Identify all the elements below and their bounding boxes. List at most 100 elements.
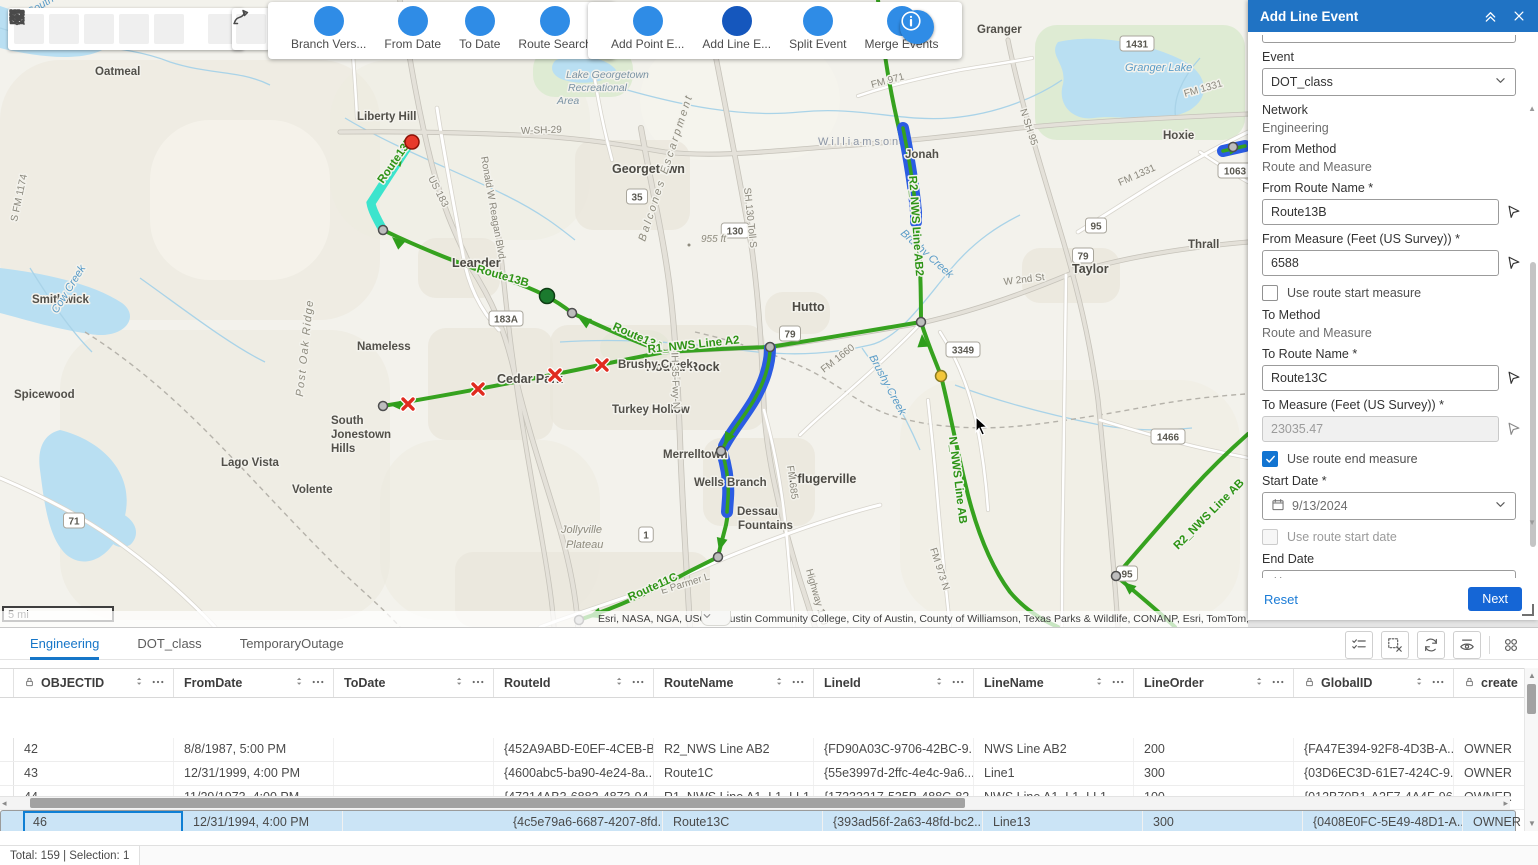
sort-icon[interactable] (1413, 675, 1426, 691)
table-cell[interactable]: 300 (1143, 811, 1303, 832)
table-cell[interactable]: OWNER (1454, 738, 1524, 761)
table-cell[interactable]: OWNER (1463, 811, 1524, 832)
attribution-collapse-tab[interactable] (701, 611, 731, 626)
column-header-GlobalID[interactable]: GlobalID (1294, 669, 1454, 697)
start-date-input[interactable]: 9/13/2024 (1262, 492, 1516, 520)
panel-resize-handle[interactable] (1522, 604, 1534, 616)
table-cell[interactable]: {55e3997d-2ffc-4e4c-9a6... (814, 762, 974, 785)
route-search-button[interactable]: Route Search (518, 6, 591, 51)
collapse-icon[interactable] (1483, 9, 1498, 24)
table-cell[interactable]: 46 (23, 811, 183, 832)
end-date-input[interactable]: MM/DD/YYYY (1262, 570, 1516, 578)
table-cell[interactable]: {393ad56f-2a63-48fd-bc2... (823, 811, 983, 832)
column-menu-icon[interactable] (1431, 675, 1445, 692)
column-header-OBJECTID[interactable]: OBJECTID (14, 669, 174, 697)
use-route-start-measure-checkbox[interactable] (1262, 285, 1278, 301)
table-cell[interactable]: Line13 (983, 811, 1143, 832)
table-row[interactable]: 428/8/1987, 5:00 PM {452A9ABD-E0EF-4CEB-B… (0, 738, 1524, 762)
map[interactable]: 143110633513079799595183A33491466711Sout… (0, 0, 1248, 627)
checklist-table-button[interactable] (1345, 631, 1373, 659)
from-date-button[interactable]: From Date (384, 6, 441, 51)
scroll-down-arrow[interactable]: ▼ (1525, 819, 1538, 828)
reset-link[interactable]: Reset (1264, 592, 1468, 607)
table-row[interactable]: 4312/31/1999, 4:00 PM {4600abc5-ba90-4e24… (0, 762, 1524, 786)
column-header-RouteName[interactable]: RouteName (654, 669, 814, 697)
table-cell[interactable]: {452A9ABD-E0EF-4CEB-B... (494, 738, 654, 761)
pick-to-measure-on-map-icon[interactable] (1506, 421, 1524, 437)
column-header-FromDate[interactable]: FromDate (174, 669, 334, 697)
sort-icon[interactable] (933, 675, 946, 691)
sort-icon[interactable] (613, 675, 626, 691)
scroll-left-arrow[interactable]: ◂ (2, 797, 7, 809)
column-menu-icon[interactable] (951, 675, 965, 692)
table-cell[interactable]: 12/31/1999, 4:00 PM (174, 762, 334, 785)
to-route-name-input[interactable]: Route13C (1262, 365, 1499, 391)
table-cell[interactable]: Route13C (663, 811, 823, 832)
add-point-e-button[interactable]: Add Point E... (611, 6, 684, 51)
tab-engineering[interactable]: Engineering (30, 628, 99, 660)
sort-icon[interactable] (773, 675, 786, 691)
scroll-up-arrow[interactable]: ▲ (1525, 671, 1538, 680)
horizontal-scrollbar[interactable]: ◂ ▸ (0, 796, 1510, 809)
panel-scroll-down-arrow[interactable]: ▼ (1528, 519, 1536, 527)
table-cell[interactable]: Route1C (654, 762, 814, 785)
refresh-table-button[interactable] (1417, 631, 1445, 659)
draw-select-tool-button[interactable] (236, 14, 266, 44)
measure-tool-button[interactable] (119, 14, 149, 44)
table-cell[interactable]: {0408E0FC-5E49-48D1-A... (1303, 811, 1463, 832)
to-date-button[interactable]: To Date (459, 6, 500, 51)
apps-table-button[interactable] (1498, 632, 1524, 658)
next-button[interactable]: Next (1468, 587, 1522, 611)
eye-table-button[interactable] (1453, 631, 1481, 659)
panel-scrollbar[interactable] (1530, 262, 1536, 547)
vertical-scroll-thumb[interactable] (1527, 684, 1536, 714)
sort-icon[interactable] (293, 675, 306, 691)
column-menu-icon[interactable] (631, 675, 645, 692)
basemap-grid-tool-button[interactable] (84, 14, 114, 44)
layers-tool-button[interactable] (49, 14, 79, 44)
scroll-right-arrow[interactable]: ▸ (1503, 797, 1508, 809)
column-header-create[interactable]: create (1454, 669, 1524, 697)
table-cell[interactable]: {FD90A03C-9706-42BC-9... (814, 738, 974, 761)
use-route-end-measure-checkbox[interactable] (1262, 451, 1278, 467)
clearsel-table-button[interactable] (1381, 631, 1409, 659)
table-cell[interactable] (334, 762, 494, 785)
pick-from-route-on-map-icon[interactable] (1506, 204, 1524, 220)
split-event-button[interactable]: Split Event (789, 6, 846, 51)
event-select[interactable]: DOT_class (1262, 68, 1516, 96)
column-header-LineOrder[interactable]: LineOrder (1134, 669, 1294, 697)
tab-dot_class[interactable]: DOT_class (137, 628, 201, 660)
table-cell[interactable]: 42 (14, 738, 174, 761)
info-button[interactable] (900, 10, 934, 44)
table-cell[interactable]: NWS Line AB2 (974, 738, 1134, 761)
tab-temporaryoutage[interactable]: TemporaryOutage (240, 628, 344, 660)
column-menu-icon[interactable] (311, 675, 325, 692)
column-menu-icon[interactable] (151, 675, 165, 692)
select-tool-dropdown-caret[interactable] (189, 14, 203, 44)
table-cell[interactable]: {4c5e79a6-6687-4207-8fd... (503, 811, 663, 832)
table-cell[interactable]: 200 (1134, 738, 1294, 761)
sort-icon[interactable] (453, 675, 466, 691)
column-header-RouteId[interactable]: RouteId (494, 669, 654, 697)
column-header-ToDate[interactable]: ToDate (334, 669, 494, 697)
branch-vers-button[interactable]: Branch Vers... (291, 6, 366, 51)
table-cell[interactable] (334, 738, 494, 761)
horizontal-scroll-thumb[interactable] (30, 798, 965, 808)
table-cell[interactable]: R2_NWS Line AB2 (654, 738, 814, 761)
table-cell[interactable]: {FA47E394-92F8-4D3B-A... (1294, 738, 1454, 761)
table-cell[interactable]: 300 (1134, 762, 1294, 785)
vertical-scrollbar[interactable]: ▲ ▼ (1524, 668, 1538, 831)
table-cell[interactable]: 43 (14, 762, 174, 785)
sort-icon[interactable] (1093, 675, 1106, 691)
table-cell[interactable]: 8/8/1987, 5:00 PM (174, 738, 334, 761)
column-header-LineId[interactable]: LineId (814, 669, 974, 697)
column-header-LineName[interactable]: LineName (974, 669, 1134, 697)
sort-icon[interactable] (133, 675, 146, 691)
table-cell[interactable]: Line1 (974, 762, 1134, 785)
table-cell[interactable]: {4600abc5-ba90-4e24-8a... (494, 762, 654, 785)
close-icon[interactable] (1512, 9, 1526, 23)
column-menu-icon[interactable] (471, 675, 485, 692)
column-menu-icon[interactable] (1111, 675, 1125, 692)
from-measure-input[interactable]: 6588 (1262, 250, 1499, 276)
table-cell[interactable]: OWNER (1454, 762, 1524, 785)
